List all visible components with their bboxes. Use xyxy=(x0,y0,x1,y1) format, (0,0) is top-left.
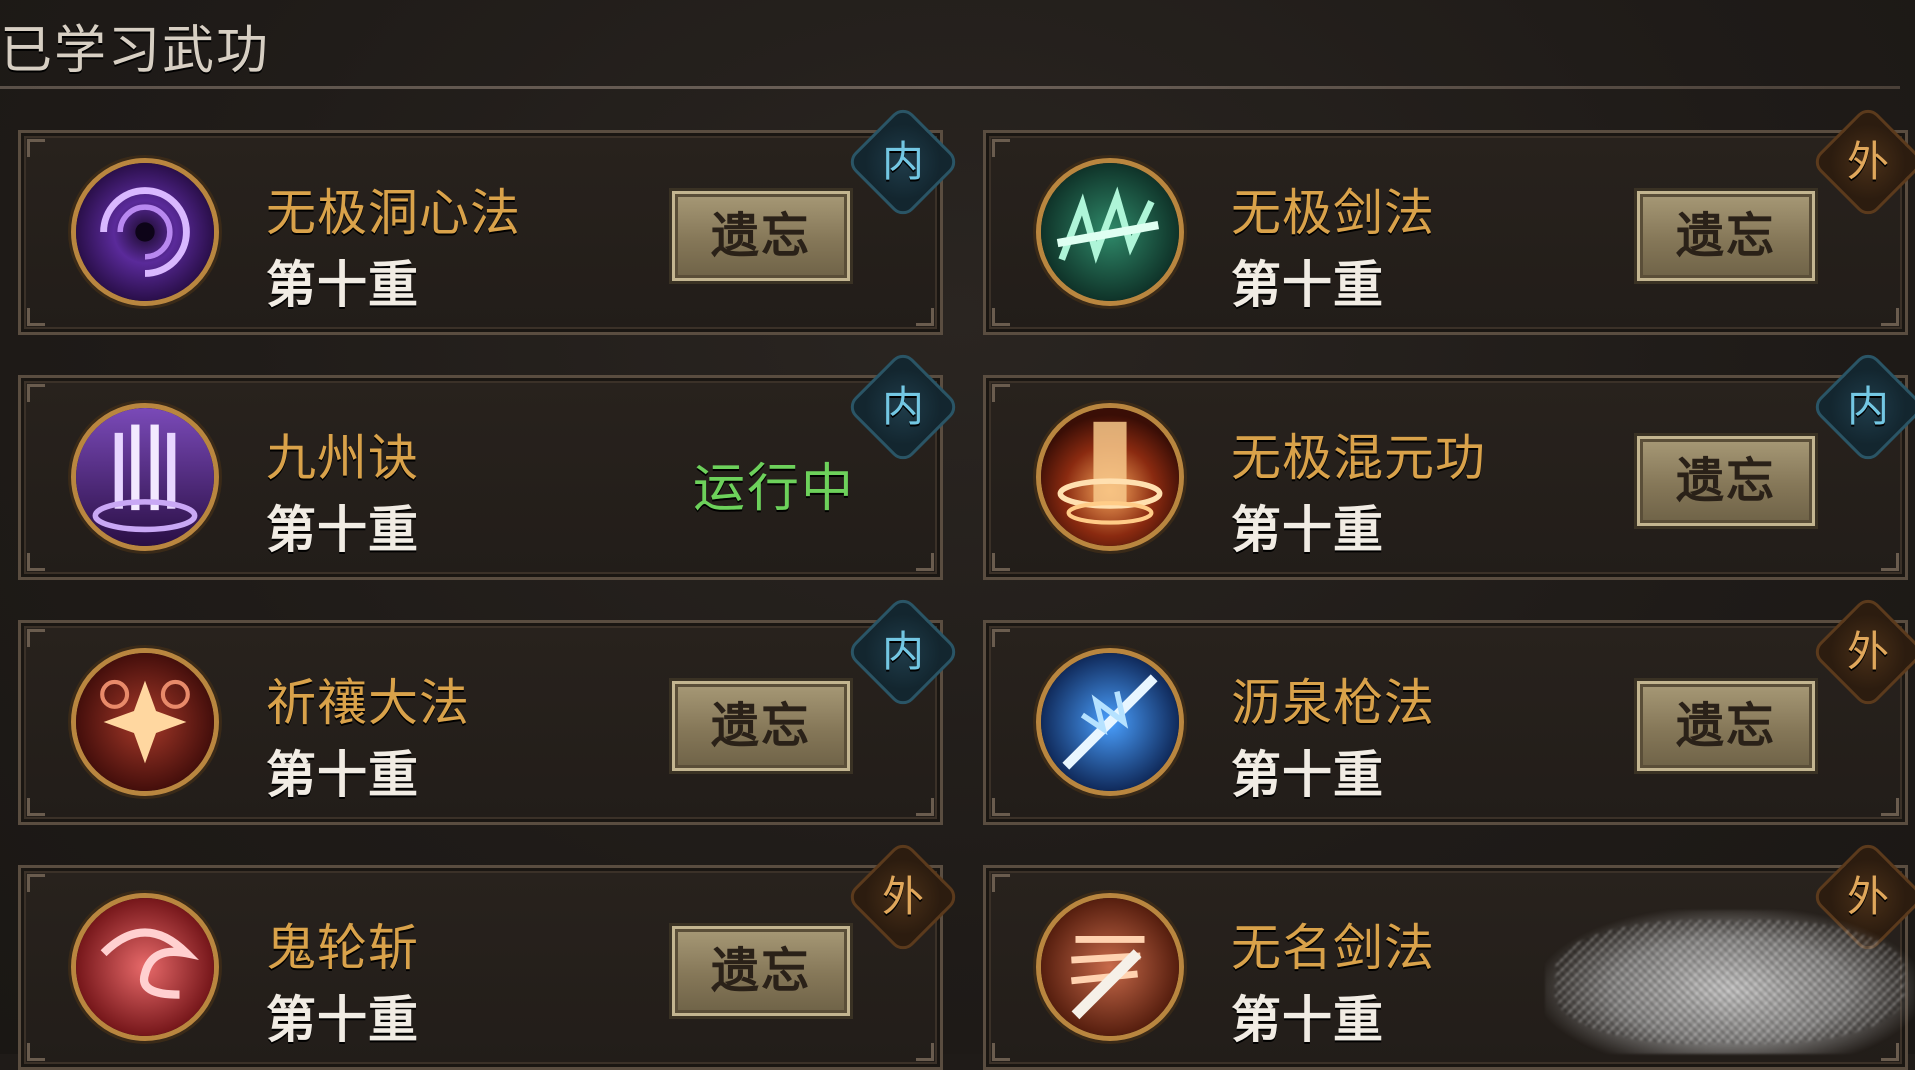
card-corner-ornament xyxy=(27,553,45,571)
card-corner-ornament xyxy=(992,384,1010,402)
forget-button[interactable]: 遗忘 xyxy=(669,923,853,1019)
card-corner-ornament xyxy=(916,308,934,326)
card-corner-ornament xyxy=(27,874,45,892)
skill-card-wuji-dongxin[interactable]: 无极洞心法 第十重 遗忘 内 xyxy=(18,104,961,335)
type-badge-label: 内 xyxy=(881,627,924,676)
card-corner-ornament xyxy=(916,1043,934,1061)
skill-level: 第十重 xyxy=(1231,256,1384,314)
skill-name: 祈禳大法 xyxy=(266,674,470,732)
skill-card-jiuzhou-jue[interactable]: 九州诀 第十重 运行中 内 xyxy=(18,349,961,580)
skill-name: 九州诀 xyxy=(266,429,419,487)
type-badge-label: 内 xyxy=(1846,382,1889,431)
skill-name: 无极混元功 xyxy=(1231,429,1486,487)
forget-button[interactable]: 遗忘 xyxy=(1634,433,1818,529)
card-corner-ornament xyxy=(992,553,1010,571)
card-corner-ornament xyxy=(992,1043,1010,1061)
skill-level: 第十重 xyxy=(266,991,419,1049)
card-corner-ornament xyxy=(992,874,1010,892)
type-badge-label: 内 xyxy=(881,137,924,186)
card-corner-ornament xyxy=(27,629,45,647)
skill-card-wuji-hunyuan[interactable]: 无极混元功 第十重 遗忘 内 xyxy=(983,349,1915,580)
skill-name: 无极剑法 xyxy=(1231,184,1435,242)
red-star-icon[interactable] xyxy=(71,648,219,796)
skill-level: 第十重 xyxy=(1231,991,1384,1049)
blue-spear-icon[interactable] xyxy=(1036,648,1184,796)
card-corner-ornament xyxy=(27,139,45,157)
internal-type-badge: 内 xyxy=(845,349,961,465)
card-corner-ornament xyxy=(27,308,45,326)
skill-level: 第十重 xyxy=(266,746,419,804)
card-corner-ornament xyxy=(27,798,45,816)
purple-vortex-icon[interactable] xyxy=(71,158,219,306)
watermark-overlay xyxy=(1545,910,1915,1054)
green-sword-icon[interactable] xyxy=(1036,158,1184,306)
skill-level: 第十重 xyxy=(266,501,419,559)
card-corner-ornament xyxy=(992,798,1010,816)
forget-button[interactable]: 遗忘 xyxy=(669,188,853,284)
card-corner-ornament xyxy=(27,384,45,402)
card-corner-ornament xyxy=(992,139,1010,157)
card-corner-ornament xyxy=(992,629,1010,647)
card-corner-ornament xyxy=(27,1043,45,1061)
card-corner-ornament xyxy=(992,308,1010,326)
fire-pillar-icon[interactable] xyxy=(1036,403,1184,551)
skill-name: 鬼轮斩 xyxy=(266,919,419,977)
skill-level: 第十重 xyxy=(1231,501,1384,559)
skill-card-wuji-jianfa[interactable]: 无极剑法 第十重 遗忘 外 xyxy=(983,104,1915,335)
forget-button[interactable]: 遗忘 xyxy=(669,678,853,774)
internal-type-badge: 内 xyxy=(1810,349,1915,465)
internal-type-badge: 内 xyxy=(845,104,961,220)
forget-button[interactable]: 遗忘 xyxy=(1634,188,1818,284)
skill-card-liquan-qiangfa[interactable]: 沥泉枪法 第十重 遗忘 外 xyxy=(983,594,1915,825)
claw-slash-icon[interactable] xyxy=(1036,893,1184,1041)
skill-card-qirang-dafa[interactable]: 祈禳大法 第十重 遗忘 内 xyxy=(18,594,961,825)
title-divider xyxy=(0,86,1900,89)
learned-skills-panel: 已学习武功 无极洞心法 第十重 遗忘 内 无极剑法 第十重 遗忘 外 九州诀 第… xyxy=(0,0,1915,1070)
type-badge-label: 外 xyxy=(1846,627,1889,676)
internal-type-badge: 内 xyxy=(845,594,961,710)
skill-name: 无名剑法 xyxy=(1231,919,1435,977)
running-status: 运行中 xyxy=(693,459,856,519)
card-corner-ornament xyxy=(916,798,934,816)
type-badge-label: 内 xyxy=(881,382,924,431)
type-badge-label: 外 xyxy=(1846,137,1889,186)
card-corner-ornament xyxy=(1881,798,1899,816)
purple-pillars-icon[interactable] xyxy=(71,403,219,551)
skill-card-guilun-zhan[interactable]: 鬼轮斩 第十重 遗忘 外 xyxy=(18,839,961,1070)
red-swirl-icon[interactable] xyxy=(71,893,219,1041)
card-corner-ornament xyxy=(1881,553,1899,571)
skill-level: 第十重 xyxy=(266,256,419,314)
skill-name: 沥泉枪法 xyxy=(1231,674,1435,732)
external-type-badge: 外 xyxy=(1810,594,1915,710)
forget-button[interactable]: 遗忘 xyxy=(1634,678,1818,774)
panel-title: 已学习武功 xyxy=(0,21,271,81)
external-type-badge: 外 xyxy=(845,839,961,955)
type-badge-label: 外 xyxy=(881,872,924,921)
skill-level: 第十重 xyxy=(1231,746,1384,804)
external-type-badge: 外 xyxy=(1810,104,1915,220)
card-corner-ornament xyxy=(1881,308,1899,326)
skill-name: 无极洞心法 xyxy=(266,184,521,242)
card-corner-ornament xyxy=(916,553,934,571)
